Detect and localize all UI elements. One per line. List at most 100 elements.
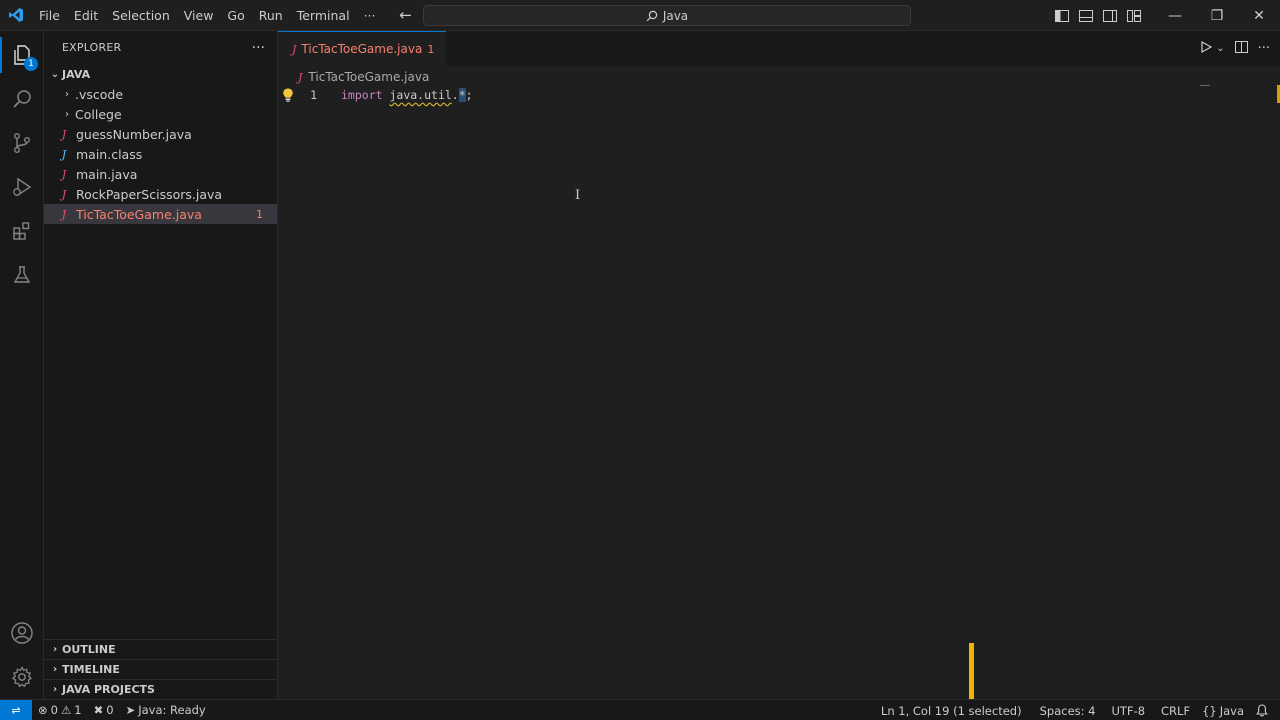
menu-more[interactable]: ··· [357, 0, 383, 31]
testing-flask-icon[interactable] [0, 253, 44, 297]
indentation[interactable]: Spaces: 4 [1034, 700, 1102, 720]
editor-more-icon[interactable]: ··· [1258, 41, 1270, 56]
keyword-import: import [341, 88, 383, 102]
lightbulb-icon[interactable] [281, 87, 295, 106]
java-status-label: Java: Ready [138, 703, 206, 717]
tree-item[interactable]: › .vscode [44, 84, 277, 104]
braces-icon: {} [1202, 703, 1217, 718]
line-ending[interactable]: CRLF [1155, 700, 1196, 720]
minimize-icon[interactable]: — [1154, 0, 1196, 31]
search-icon [646, 10, 658, 21]
tab-bar: J TicTacToeGame.java 1 ⌄ ··· [278, 31, 1280, 66]
java-file-icon: J [298, 70, 303, 84]
explorer-sidebar: EXPLORER ··· ⌄ JAVA › .vscode › College Jgue… [44, 31, 278, 699]
tree-item[interactable]: Jmain.class [44, 144, 277, 164]
error-count: 0 [50, 703, 58, 717]
ports-icon: ✖ [93, 703, 104, 717]
command-center-label: Java [662, 8, 689, 23]
java-status[interactable]: ➤ Java: Ready [120, 700, 212, 720]
outline-label: OUTLINE [62, 643, 116, 656]
problems-status[interactable]: ⊗ 0 ⚠ 1 [32, 700, 88, 720]
tree-item-problem-count: 1 [256, 207, 263, 221]
run-debug-icon[interactable] [0, 165, 44, 209]
search-icon[interactable] [0, 77, 44, 121]
notifications-bell-icon[interactable] [1250, 700, 1280, 720]
run-play-icon[interactable] [1200, 40, 1213, 57]
ports-count: 0 [106, 703, 114, 717]
semicolon: ; [465, 88, 473, 102]
remote-indicator-icon[interactable]: ⇌ [0, 699, 32, 720]
explorer-more-icon[interactable]: ··· [252, 40, 265, 56]
toggle-sidebar-icon[interactable] [1050, 0, 1074, 31]
code-text[interactable]: import java.util.*; [341, 88, 473, 102]
tree-item-label: guessNumber.java [76, 126, 192, 142]
menu-run[interactable]: Run [252, 0, 290, 31]
run-dropdown-chevron-icon[interactable]: ⌄ [1216, 43, 1224, 54]
error-icon: ⊗ [38, 703, 48, 717]
menu-bar: File Edit Selection View Go Run Terminal… [32, 0, 382, 31]
tab-tictactoegame[interactable]: J TicTacToeGame.java 1 [278, 31, 446, 66]
activity-bar: 1 [0, 31, 44, 699]
toggle-panel-icon[interactable] [1074, 0, 1098, 31]
java-file-icon: J [61, 207, 67, 221]
tree-item[interactable]: › College [44, 104, 277, 124]
package-name: java.util [389, 88, 452, 102]
source-control-icon[interactable] [0, 121, 44, 165]
chevron-down-icon: ⌄ [50, 68, 60, 80]
tree-item[interactable]: JguessNumber.java [44, 124, 277, 144]
editor-area: J TicTacToeGame.java 1 ⌄ ··· J TicTacToe… [278, 31, 1280, 699]
java-projects-label: JAVA PROJECTS [62, 683, 155, 696]
extensions-icon[interactable] [0, 209, 44, 253]
menu-go[interactable]: Go [220, 0, 251, 31]
tree-item[interactable]: J RockPaperScissors.java [44, 184, 277, 204]
workspace-root[interactable]: ⌄ JAVA [44, 64, 277, 84]
customize-layout-icon[interactable] [1122, 0, 1146, 31]
tree-item-label: main.java [76, 166, 138, 182]
menu-view[interactable]: View [177, 0, 221, 31]
tab-label: TicTacToeGame.java [301, 42, 423, 56]
back-arrow-icon[interactable]: ← [396, 6, 414, 24]
explorer-icon[interactable]: 1 [0, 33, 44, 77]
command-center-search[interactable]: Java [423, 5, 911, 26]
tree-item[interactable]: J TicTacToeGame.java 1 [44, 204, 277, 224]
chevron-right-icon: › [52, 644, 58, 655]
chevron-right-icon: › [52, 664, 58, 675]
restore-icon[interactable]: ❐ [1196, 0, 1238, 31]
language-mode[interactable]: {} Java [1196, 700, 1250, 720]
ports-status[interactable]: ✖ 0 [88, 700, 120, 720]
java-file-icon: J [292, 42, 297, 56]
java-file-icon: J [61, 167, 67, 181]
timeline-section[interactable]: › TIMELINE [44, 659, 278, 679]
class-file-icon: J [61, 147, 67, 161]
java-file-icon: J [61, 187, 67, 201]
line-number: 1 [310, 88, 317, 102]
settings-gear-icon[interactable] [0, 655, 44, 699]
selected-text: * [458, 88, 466, 102]
menu-selection[interactable]: Selection [105, 0, 177, 31]
code-line-1[interactable]: 1 import java.util.*; [278, 86, 1280, 104]
tree-item-label: RockPaperScissors.java [76, 186, 223, 202]
menu-file[interactable]: File [32, 0, 67, 31]
cursor-position[interactable]: Ln 1, Col 19 (1 selected) [875, 700, 1028, 720]
account-icon[interactable] [0, 611, 44, 655]
menu-edit[interactable]: Edit [67, 0, 105, 31]
tree-item[interactable]: Jmain.java [44, 164, 277, 184]
tree-item-label: main.class [76, 146, 143, 162]
close-icon[interactable]: ✕ [1238, 0, 1280, 31]
workspace-root-label: JAVA [62, 67, 91, 81]
java-projects-section[interactable]: › JAVA PROJECTS [44, 679, 278, 699]
breadcrumb-file[interactable]: TicTacToeGame.java [308, 70, 429, 84]
chevron-right-icon: › [65, 88, 69, 100]
outline-section[interactable]: › OUTLINE [44, 639, 278, 659]
encoding[interactable]: UTF-8 [1105, 700, 1151, 720]
split-editor-icon[interactable] [1234, 40, 1248, 57]
tree-item-label: .vscode [75, 86, 124, 102]
toggle-secondary-sidebar-icon[interactable] [1098, 0, 1122, 31]
breadcrumb: J TicTacToeGame.java [278, 66, 1280, 88]
java-file-icon: J [61, 127, 67, 141]
menu-terminal[interactable]: Terminal [290, 0, 357, 31]
status-bar: ⇌ ⊗ 0 ⚠ 1 ✖ 0 ➤ Java: Ready Ln 1, Col 19… [0, 699, 1280, 720]
language-label: Java [1219, 703, 1244, 718]
title-bar: File Edit Selection View Go Run Terminal… [0, 0, 1280, 31]
vscode-logo-icon [0, 0, 32, 31]
